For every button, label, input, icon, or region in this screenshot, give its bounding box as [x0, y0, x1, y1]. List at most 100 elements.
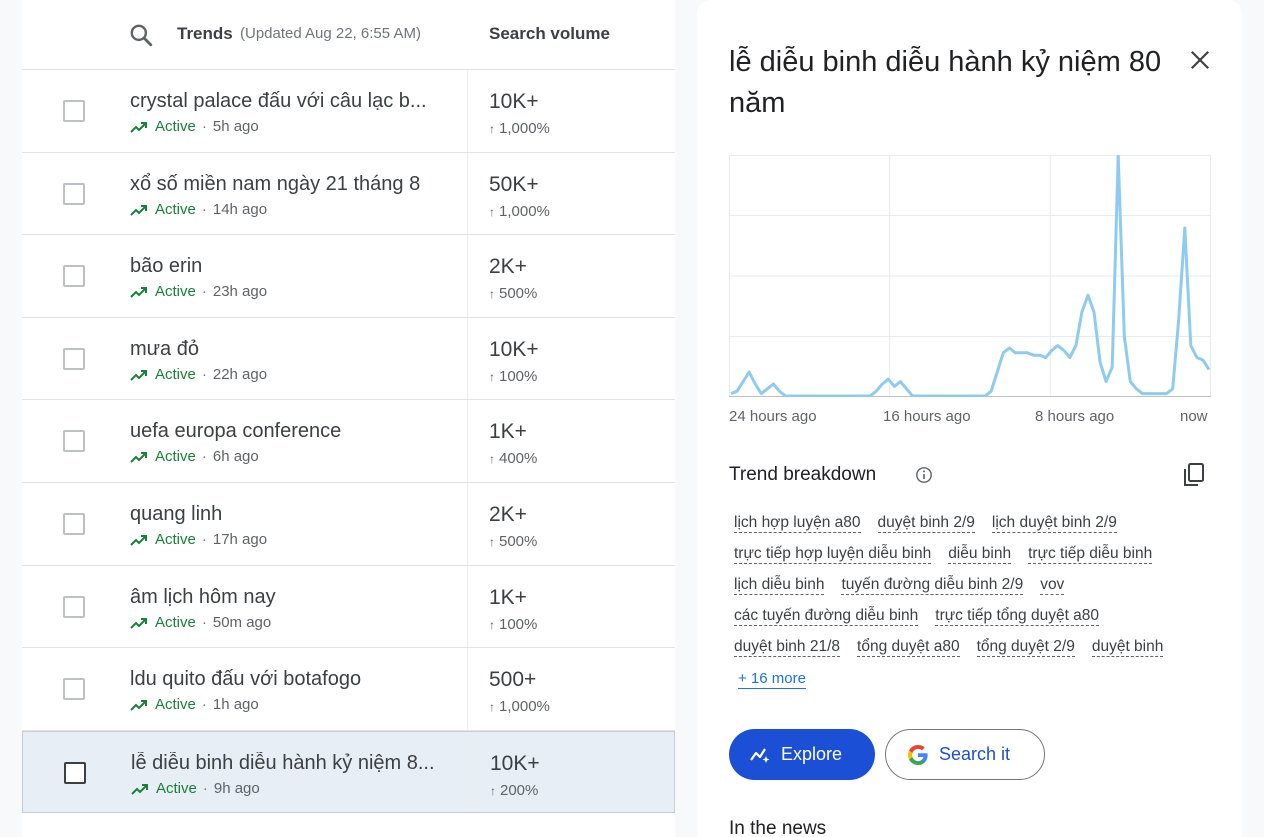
table-row[interactable]: uefa europa conference Active · 6h ago 1K+…	[22, 400, 675, 483]
related-query-chip[interactable]: vov	[1040, 576, 1065, 595]
started-ago: 23h ago	[212, 283, 268, 301]
row-checkbox[interactable]	[63, 678, 85, 701]
search-it-button[interactable]: Search it	[885, 729, 1045, 780]
arrow-up-icon: ↑	[489, 617, 495, 632]
info-icon[interactable]	[915, 466, 933, 484]
table-row[interactable]: crystal palace đấu với câu lạc b... Acti…	[22, 70, 675, 153]
volume-change: ↑ 500%	[489, 285, 537, 302]
volume-change: ↑ 1,000%	[489, 698, 550, 715]
column-divider	[467, 482, 468, 565]
copy-icon[interactable]	[1182, 462, 1206, 488]
table-row[interactable]: lễ diễu binh diễu hành kỷ niệm 8... Acti…	[22, 730, 675, 814]
explore-label: Explore	[781, 744, 843, 764]
row-checkbox[interactable]	[64, 761, 86, 784]
arrow-up-icon: ↑	[490, 783, 496, 798]
status-badge: Active	[155, 448, 196, 466]
x-tick-label: 16 hours ago	[883, 408, 971, 425]
trend-title[interactable]: âm lịch hôm nay	[130, 586, 450, 609]
table-row[interactable]: ldu quito đấu với botafogo Active · 1h ago…	[22, 648, 675, 731]
column-divider	[467, 565, 468, 648]
trending-up-icon	[131, 783, 148, 795]
trend-title[interactable]: uefa europa conference	[130, 420, 450, 443]
x-tick-label: 8 hours ago	[1035, 408, 1115, 425]
column-header-search-volume[interactable]: Search volume	[489, 24, 610, 44]
started-ago: 22h ago	[212, 365, 268, 383]
related-query-chip[interactable]: lịch hợp luyện a80	[734, 514, 861, 533]
chip-row: lịch diễu binh tuyến đường diễu binh 2/9 v…	[729, 576, 1199, 607]
trend-title[interactable]: xổ số miền nam ngày 21 tháng 8	[130, 173, 450, 196]
related-query-chip[interactable]: tổng duyệt 2/9	[976, 638, 1075, 657]
row-checkbox[interactable]	[63, 347, 85, 370]
trend-title[interactable]: quang linh	[130, 503, 450, 526]
trending-up-icon	[130, 452, 147, 464]
table-row[interactable]: âm lịch hôm nay Active · 50m ago 1K+ ↑ 100%	[22, 565, 675, 649]
explore-icon	[750, 747, 770, 763]
column-divider	[467, 648, 468, 730]
separator-dot: ·	[201, 283, 207, 301]
trending-up-icon	[130, 617, 147, 629]
related-query-chip[interactable]: lịch diễu binh	[734, 576, 825, 595]
column-divider	[468, 731, 469, 813]
volume-change: ↑ 400%	[489, 450, 537, 467]
started-ago: 50m ago	[212, 613, 272, 631]
search-volume: 1K+	[489, 585, 527, 609]
related-query-chip[interactable]: duyệt binh 21/8	[734, 638, 841, 657]
row-checkbox[interactable]	[63, 595, 85, 618]
related-query-chip[interactable]: trực tiếp diễu binh	[1028, 545, 1153, 564]
trend-status-line: Active · 17h ago	[130, 531, 267, 548]
started-ago: 5h ago	[212, 118, 259, 135]
trending-up-icon	[130, 204, 147, 216]
related-query-chip[interactable]: trực tiếp hợp luyện diễu binh	[734, 545, 932, 564]
related-query-chip[interactable]: tổng duyệt a80	[857, 638, 960, 657]
close-icon[interactable]	[1189, 49, 1211, 71]
row-checkbox[interactable]	[63, 512, 85, 535]
trend-title[interactable]: lễ diễu binh diễu hành kỷ niệm 8...	[131, 752, 451, 775]
related-query-chip[interactable]: lịch duyệt binh 2/9	[991, 514, 1117, 533]
trend-status-line: Active · 22h ago	[130, 366, 267, 383]
arrow-up-icon: ↑	[489, 287, 495, 302]
column-divider	[467, 317, 468, 400]
row-checkbox[interactable]	[63, 182, 85, 205]
status-badge: Active	[156, 779, 197, 797]
column-divider	[467, 235, 468, 317]
trend-detail-panel: lễ diễu binh diễu hành kỷ niệm 80 năm 24…	[697, 0, 1242, 837]
related-query-chip[interactable]: duyệt binh 2/9	[877, 514, 975, 533]
related-query-chip[interactable]: tuyến đường diễu binh 2/9	[841, 576, 1024, 595]
volume-change-value: 1,000%	[499, 202, 550, 220]
table-row[interactable]: bão erin Active · 23h ago 2K+ ↑ 500%	[22, 235, 675, 318]
trending-up-icon	[130, 369, 147, 381]
related-query-chip[interactable]: diễu binh	[948, 545, 1012, 564]
table-row[interactable]: xổ số miền nam ngày 21 tháng 8 Active · 14…	[22, 152, 675, 236]
search-volume: 10K+	[489, 90, 539, 113]
trend-title[interactable]: mưa đỏ	[130, 338, 450, 361]
trend-title[interactable]: crystal palace đấu với câu lạc b...	[130, 90, 450, 113]
status-badge: Active	[155, 530, 196, 548]
table-row[interactable]: quang linh Active · 17h ago 2K+ ↑ 500%	[22, 482, 675, 566]
related-query-chip[interactable]: duyệt binh	[1091, 638, 1164, 657]
started-ago: 17h ago	[212, 530, 268, 548]
column-divider	[467, 152, 468, 235]
chip-row: lịch hợp luyện a80 duyệt binh 2/9 lịch duy…	[729, 514, 1199, 545]
started-ago: 9h ago	[213, 779, 260, 797]
separator-dot: ·	[201, 448, 207, 466]
search-volume: 1K+	[489, 420, 527, 444]
status-badge: Active	[155, 283, 196, 301]
trending-up-icon	[130, 122, 147, 133]
row-checkbox[interactable]	[63, 430, 85, 453]
row-checkbox[interactable]	[63, 265, 85, 288]
arrow-up-icon: ↑	[489, 534, 495, 549]
column-divider	[467, 400, 468, 482]
trend-title[interactable]: ldu quito đấu với botafogo	[130, 668, 450, 691]
related-query-chip[interactable]: các tuyến đường diễu binh	[734, 607, 919, 626]
search-icon[interactable]	[128, 22, 154, 48]
volume-change-value: 1,000%	[499, 698, 550, 716]
trend-title[interactable]: bão erin	[130, 255, 450, 278]
row-checkbox[interactable]	[63, 100, 85, 122]
volume-change: ↑ 1,000%	[489, 120, 550, 137]
related-query-chip[interactable]: trực tiếp tổng duyệt a80	[935, 607, 1100, 626]
column-divider	[467, 70, 468, 152]
more-queries-link[interactable]: + 16 more	[738, 670, 806, 689]
explore-button[interactable]: Explore	[729, 729, 875, 780]
table-row[interactable]: mưa đỏ Active · 22h ago 10K+ ↑ 100%	[22, 317, 675, 401]
volume-change-value: 100%	[499, 615, 538, 633]
